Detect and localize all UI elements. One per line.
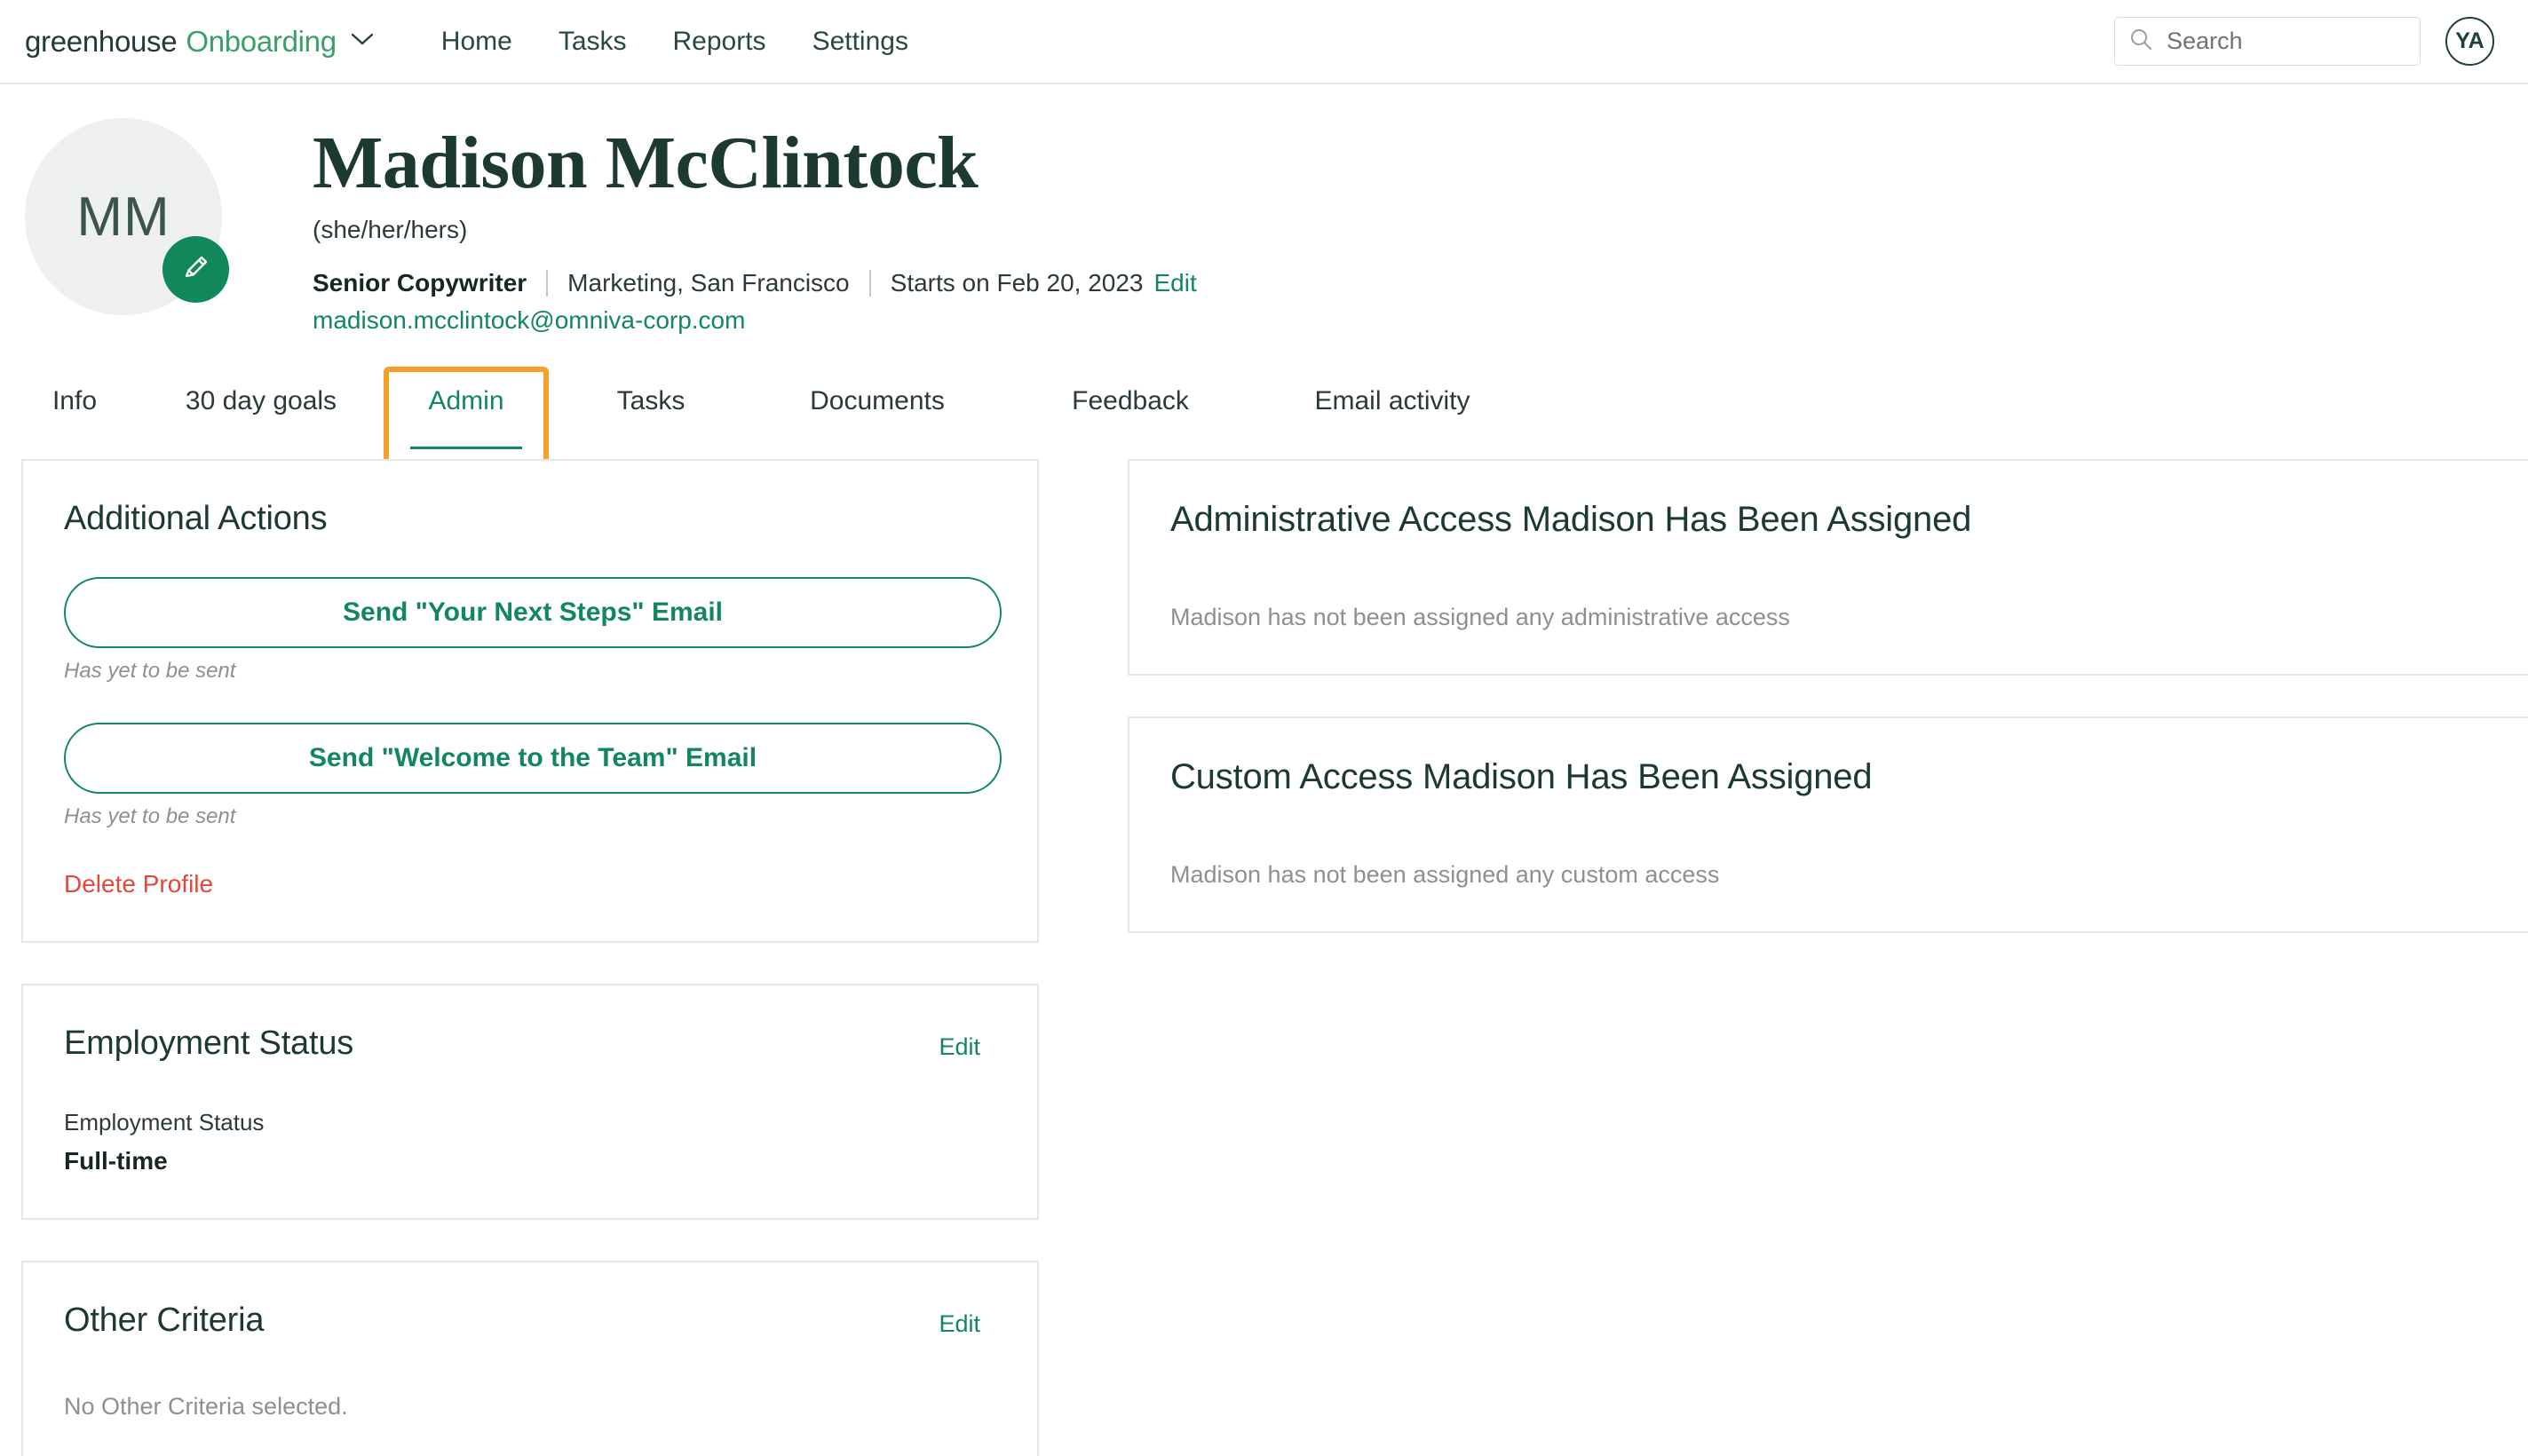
employment-status-edit-link[interactable]: Edit [939, 1025, 996, 1061]
profile-header: MM Madison McClintock (she/her/hers) Sen… [0, 84, 2528, 335]
employment-status-title: Employment Status [64, 1024, 354, 1062]
search-placeholder-text: Search [2167, 28, 2243, 54]
tab-label: 30 day goals [185, 385, 337, 415]
right-column: Administrative Access Madison Has Been A… [1128, 458, 2528, 974]
administrative-access-card: Administrative Access Madison Has Been A… [1128, 458, 2528, 676]
search-input[interactable]: Search [2114, 17, 2421, 66]
nav-right-group: Search YA [2114, 17, 2494, 66]
employment-status-card: Employment Status Edit Employment Status… [21, 983, 1039, 1220]
tab-30-day-goals[interactable]: 30 day goals [128, 377, 394, 416]
send-next-steps-email-button[interactable]: Send "Your Next Steps" Email [64, 576, 1002, 648]
tab-highlight-box: Admin [384, 366, 549, 467]
card-body: Madison has not been assigned any custom… [1129, 861, 2528, 931]
profile-tabs: Info 30 day goals Admin Tasks Documents … [0, 366, 2528, 467]
additional-actions-card: Additional Actions Send "Your Next Steps… [21, 458, 1039, 943]
brand-logo[interactable]: greenhouse Onboarding [25, 25, 374, 59]
nav-link-tasks[interactable]: Tasks [535, 27, 650, 57]
other-criteria-edit-link[interactable]: Edit [939, 1302, 996, 1338]
other-criteria-card: Other Criteria Edit No Other Criteria se… [21, 1260, 1039, 1456]
custom-access-title: Custom Access Madison Has Been Assigned [1170, 756, 1873, 796]
search-icon [2129, 28, 2152, 55]
card-body: Employment Status Full-time [23, 1109, 1037, 1218]
other-criteria-title: Other Criteria [64, 1301, 265, 1339]
send-welcome-email-button[interactable]: Send "Welcome to the Team" Email [64, 722, 1002, 794]
tab-info[interactable]: Info [21, 377, 128, 416]
card-body: Send "Your Next Steps" Email Has yet to … [23, 576, 1037, 941]
additional-actions-title: Additional Actions [64, 499, 328, 537]
card-header: Other Criteria Edit [23, 1262, 1037, 1340]
tab-feedback[interactable]: Feedback [1002, 377, 1259, 416]
brand-name: greenhouse [25, 24, 178, 58]
tab-documents[interactable]: Documents [753, 377, 1002, 416]
profile-info: Madison McClintock (she/her/hers) Senior… [313, 118, 1197, 335]
profile-pronouns: (she/her/hers) [313, 215, 468, 243]
left-column: Additional Actions Send "Your Next Steps… [21, 458, 1039, 1456]
administrative-access-empty-text: Madison has not been assigned any admini… [1170, 603, 1790, 630]
card-header: Administrative Access Madison Has Been A… [1129, 461, 2528, 540]
custom-access-card: Custom Access Madison Has Been Assigned … [1128, 716, 2528, 933]
tab-label: Email activity [1314, 385, 1470, 415]
tab-tasks[interactable]: Tasks [549, 377, 753, 416]
card-body: Madison has not been assigned any admini… [1129, 604, 2528, 674]
tab-admin[interactable]: Admin [410, 377, 522, 449]
tab-email-activity[interactable]: Email activity [1259, 377, 1526, 416]
card-header: Employment Status Edit [23, 985, 1037, 1063]
user-avatar[interactable]: YA [2445, 17, 2494, 66]
card-header: Additional Actions [23, 461, 1037, 538]
profile-avatar-wrapper: MM [25, 118, 229, 315]
main-content: Additional Actions Send "Your Next Steps… [0, 458, 2528, 1456]
nav-link-reports[interactable]: Reports [650, 27, 789, 57]
card-body: No Other Criteria selected. [23, 1393, 1037, 1456]
chevron-down-icon[interactable] [351, 32, 374, 51]
tab-label: Documents [810, 385, 945, 415]
profile-job-title: Senior Copywriter [313, 268, 527, 297]
tab-label: Feedback [1072, 385, 1189, 415]
nav-link-home[interactable]: Home [418, 27, 535, 57]
employment-status-field-value: Full-time [64, 1146, 168, 1175]
tab-label: Admin [428, 385, 504, 415]
brand-product-name: Onboarding [186, 24, 337, 58]
administrative-access-title: Administrative Access Madison Has Been A… [1170, 499, 1972, 539]
custom-access-empty-text: Madison has not been assigned any custom… [1170, 860, 1720, 888]
profile-start-date: Starts on Feb 20, 2023 [890, 268, 1144, 297]
profile-meta-row: Senior Copywriter Marketing, San Francis… [313, 269, 1197, 297]
meta-divider [868, 269, 871, 297]
page-title: Madison McClintock [313, 122, 979, 204]
tab-underline [410, 446, 522, 449]
profile-email-link[interactable]: madison.mcclintock@omniva-corp.com [313, 306, 1197, 335]
delete-profile-link[interactable]: Delete Profile [64, 870, 213, 898]
tab-label: Tasks [616, 385, 685, 415]
meta-divider [546, 269, 549, 297]
welcome-email-status: Has yet to be sent [64, 803, 236, 828]
top-navigation-bar: greenhouse Onboarding Home Tasks Reports… [0, 0, 2528, 84]
tab-label: Info [52, 385, 98, 415]
profile-department-location: Marketing, San Francisco [567, 268, 850, 297]
other-criteria-empty-text: No Other Criteria selected. [64, 1392, 348, 1420]
primary-nav-links: Home Tasks Reports Settings [418, 27, 931, 57]
pencil-icon [178, 249, 214, 289]
avatar-edit-button[interactable] [162, 236, 229, 303]
employment-status-field-label: Employment Status [64, 1108, 265, 1136]
profile-edit-link[interactable]: Edit [1154, 269, 1197, 297]
card-header: Custom Access Madison Has Been Assigned [1129, 718, 2528, 797]
nav-link-settings[interactable]: Settings [789, 27, 931, 57]
next-steps-email-status: Has yet to be sent [64, 658, 236, 683]
